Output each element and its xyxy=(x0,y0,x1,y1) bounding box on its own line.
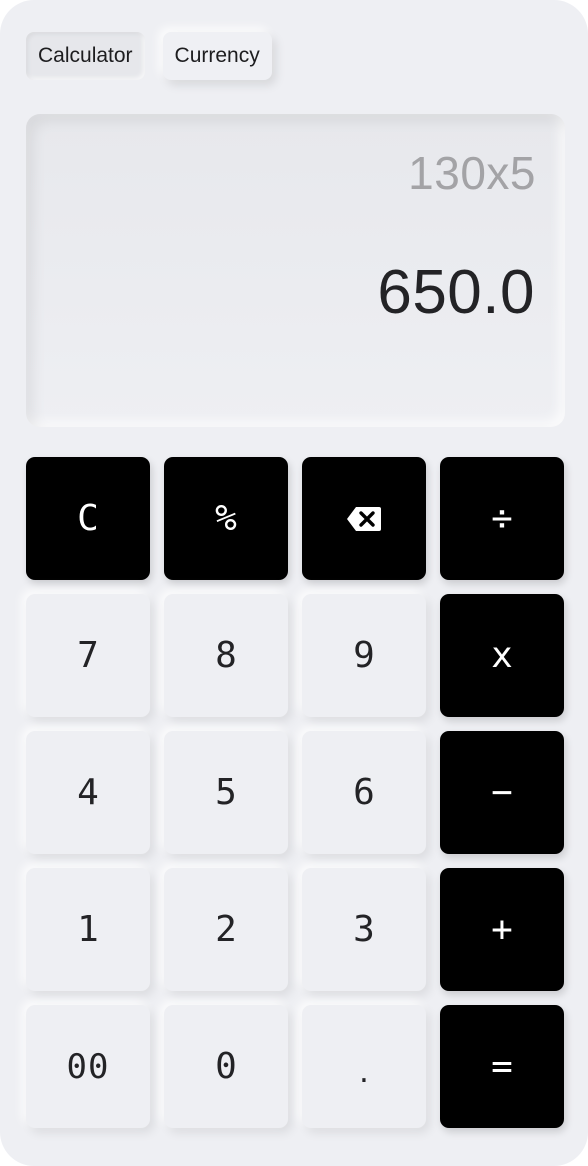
digit-8-label: 8 xyxy=(215,634,237,676)
clear-button[interactable]: C xyxy=(26,457,150,580)
calculator-app: Calculator Currency 130x5 650.0 C % ÷ 7 … xyxy=(0,0,588,1166)
clear-label: C xyxy=(77,497,99,539)
digit-0-label: 0 xyxy=(215,1045,237,1087)
equals-label: = xyxy=(491,1045,513,1087)
multiply-button[interactable]: x xyxy=(440,594,564,717)
keypad: C % ÷ 7 8 9 x 4 5 6 − 1 2 3 + 00 0 . = xyxy=(26,457,564,1128)
multiply-label: x xyxy=(491,634,513,676)
backspace-button[interactable] xyxy=(302,457,426,580)
digit-3-label: 3 xyxy=(353,908,375,950)
digit-0-button[interactable]: 0 xyxy=(164,1005,288,1128)
double-zero-label: 00 xyxy=(66,1046,110,1087)
digit-9-label: 9 xyxy=(353,634,375,676)
digit-4-label: 4 xyxy=(77,771,99,813)
tab-calculator[interactable]: Calculator xyxy=(26,32,145,80)
digit-5-label: 5 xyxy=(215,771,237,813)
digit-4-button[interactable]: 4 xyxy=(26,731,150,854)
digit-6-label: 6 xyxy=(353,771,375,813)
divide-button[interactable]: ÷ xyxy=(440,457,564,580)
result-text: 650.0 xyxy=(377,258,535,327)
expression-text: 130x5 xyxy=(408,147,536,199)
double-zero-button[interactable]: 00 xyxy=(26,1005,150,1128)
percent-label: % xyxy=(215,497,237,539)
digit-3-button[interactable]: 3 xyxy=(302,868,426,991)
digit-5-button[interactable]: 5 xyxy=(164,731,288,854)
divide-label: ÷ xyxy=(491,497,513,539)
mode-tabs: Calculator Currency xyxy=(26,32,272,80)
digit-1-button[interactable]: 1 xyxy=(26,868,150,991)
tab-currency[interactable]: Currency xyxy=(162,32,272,80)
digit-9-button[interactable]: 9 xyxy=(302,594,426,717)
calculator-display: 130x5 650.0 xyxy=(26,114,565,427)
digit-7-button[interactable]: 7 xyxy=(26,594,150,717)
digit-8-button[interactable]: 8 xyxy=(164,594,288,717)
minus-button[interactable]: − xyxy=(440,731,564,854)
percent-button[interactable]: % xyxy=(164,457,288,580)
digit-2-label: 2 xyxy=(215,908,237,950)
plus-label: + xyxy=(491,908,513,950)
digit-1-label: 1 xyxy=(77,908,99,950)
backspace-icon xyxy=(347,506,381,531)
digit-7-label: 7 xyxy=(77,634,99,676)
digit-6-button[interactable]: 6 xyxy=(302,731,426,854)
plus-button[interactable]: + xyxy=(440,868,564,991)
digit-2-button[interactable]: 2 xyxy=(164,868,288,991)
decimal-button[interactable]: . xyxy=(302,1005,426,1128)
equals-button[interactable]: = xyxy=(440,1005,564,1128)
decimal-label: . xyxy=(356,1058,372,1089)
minus-label: − xyxy=(491,771,513,813)
